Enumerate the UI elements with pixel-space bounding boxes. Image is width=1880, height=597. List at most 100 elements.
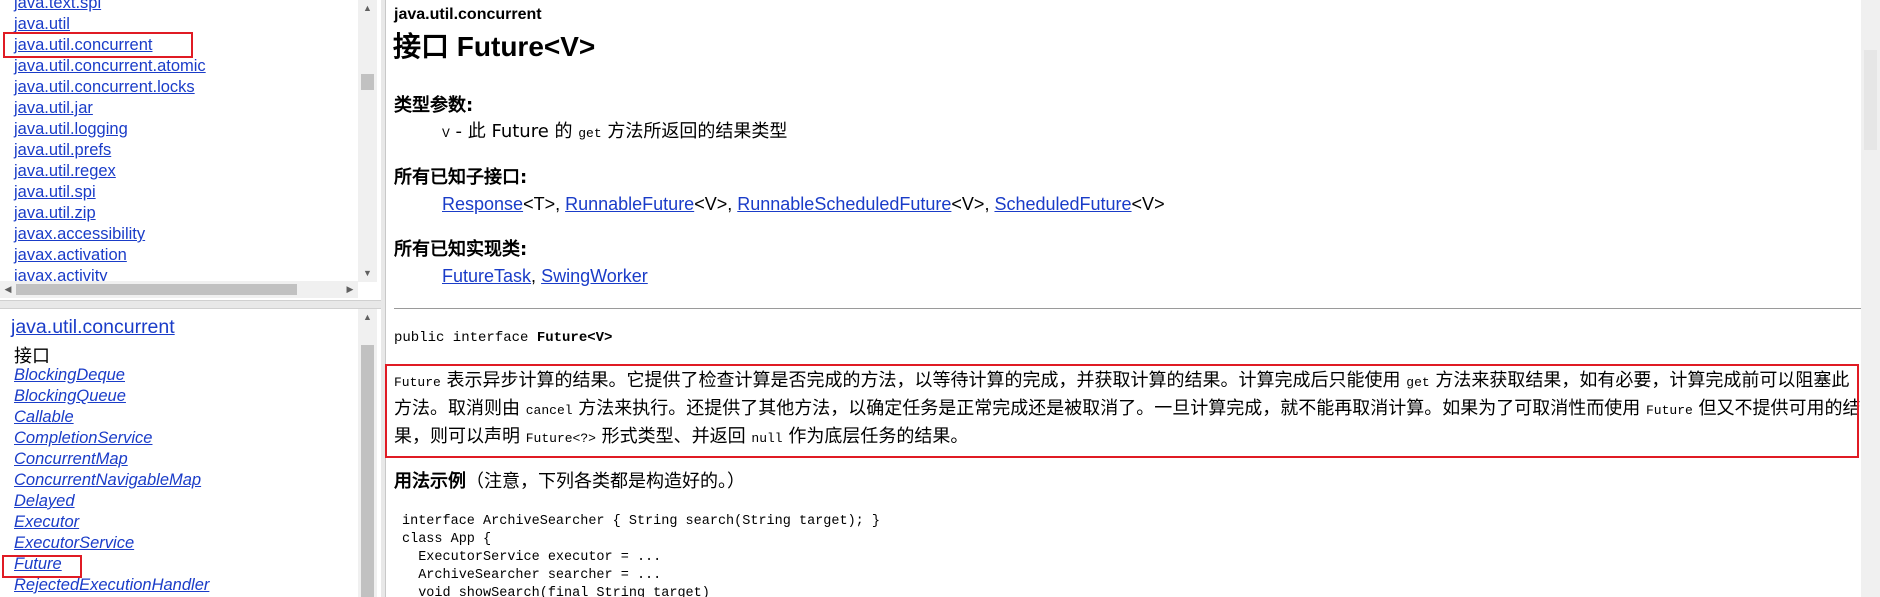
scroll-down-arrow-icon[interactable]: ▼ (358, 265, 377, 282)
package-link[interactable]: java.util (14, 15, 70, 33)
interface-list-item: ExecutorService (14, 533, 209, 554)
signature-name: Future<V> (536, 330, 613, 346)
package-list-item: java.util.concurrent.locks (14, 77, 206, 98)
inline-code: cancel (525, 403, 573, 418)
code-line: void showSearch(final String target) (402, 586, 710, 597)
type-param-desc: - 此 Future 的 (449, 121, 579, 142)
scroll-up-arrow-icon[interactable]: ▲ (358, 309, 377, 326)
class-list-frame: java.util.concurrent 接口 BlockingDeque Blo… (0, 309, 381, 597)
interface-link[interactable]: BlockingDeque (14, 366, 125, 384)
doc-package-name: java.util.concurrent (394, 6, 542, 23)
type-param-name: V (442, 126, 450, 141)
doc-vertical-scrollbar[interactable] (1861, 0, 1880, 597)
package-link[interactable]: java.text.spi (14, 0, 101, 12)
description-text: 作为底层任务的结果。 (782, 426, 969, 447)
description-text: 形式类型、并返回 (595, 426, 752, 447)
interface-link[interactable]: Callable (14, 408, 74, 426)
scroll-up-arrow-icon[interactable]: ▲ (358, 0, 377, 17)
package-title-link[interactable]: java.util.concurrent (11, 315, 175, 339)
interface-link[interactable]: RejectedExecutionHandler (14, 576, 209, 594)
subinterface-link[interactable]: RunnableScheduledFuture (737, 194, 951, 214)
generic-type: <V> (951, 194, 985, 214)
package-list-item: java.util (14, 14, 206, 35)
package-link[interactable]: java.util.spi (14, 183, 96, 201)
interface-link[interactable]: Executor (14, 513, 79, 531)
interface-link[interactable]: BlockingQueue (14, 387, 126, 405)
signature-prefix: public interface (394, 330, 537, 346)
package-link[interactable]: javax.accessibility (14, 225, 145, 243)
interface-list-item: CompletionService (14, 428, 209, 449)
package-link[interactable]: java.util.logging (14, 120, 128, 138)
description-text: 方法来执行。还提供了其他方法，以确定任务是正常完成还是被取消了。一旦计算完成，就… (572, 398, 1646, 419)
implementing-class-link[interactable]: FutureTask (442, 266, 531, 286)
page-title: 接口 Future<V> (393, 28, 595, 66)
interface-link[interactable]: CompletionService (14, 429, 152, 447)
scroll-right-arrow-icon[interactable]: ▶ (342, 281, 358, 298)
divider (394, 308, 1864, 309)
scrollbar-thumb[interactable] (1864, 50, 1877, 150)
package-link[interactable]: java.util.zip (14, 204, 96, 222)
interface-list-item: BlockingQueue (14, 386, 209, 407)
scrollbar-thumb[interactable] (361, 345, 374, 597)
package-list-item: java.util.concurrent (14, 35, 206, 56)
type-param-desc-tail: 方法所返回的结果类型 (601, 121, 788, 142)
class-list-vertical-scrollbar[interactable]: ▲ (358, 309, 377, 597)
interface-list-item: Callable (14, 407, 209, 428)
package-link[interactable]: java.util.concurrent (14, 36, 153, 54)
interface-list-item: ConcurrentNavigableMap (14, 470, 209, 491)
package-link[interactable]: java.util.concurrent.atomic (14, 57, 206, 75)
class-description: Future 表示异步计算的结果。它提供了检查计算是否完成的方法，以等待计算的完… (394, 368, 1862, 452)
interface-list-item: Executor (14, 512, 209, 533)
package-list-item: java.util.concurrent.atomic (14, 56, 206, 77)
package-list-vertical-scrollbar[interactable]: ▲ ▼ (358, 0, 377, 282)
package-list-item: javax.activation (14, 245, 206, 266)
frame-splitter-horizontal[interactable] (0, 300, 381, 309)
package-link[interactable]: java.util.jar (14, 99, 93, 117)
inline-code: Future (1645, 403, 1693, 418)
generic-type: <V> (1131, 194, 1165, 214)
code-line: ExecutorService executor = ... (402, 550, 662, 565)
package-list-item: java.util.regex (14, 161, 206, 182)
package-link[interactable]: java.util.regex (14, 162, 116, 180)
subinterface-link[interactable]: ScheduledFuture (994, 194, 1131, 214)
subinterface-link[interactable]: RunnableFuture (565, 194, 694, 214)
implementing-class-link[interactable]: SwingWorker (541, 266, 648, 286)
package-link[interactable]: java.util.concurrent.locks (14, 78, 195, 96)
description-text: 表示异步计算的结果。它提供了检查计算是否完成的方法，以等待计算的完成，并获取计算… (440, 370, 1407, 391)
scrollbar-thumb[interactable] (361, 74, 374, 90)
interface-link[interactable]: Future (14, 555, 62, 573)
implementing-classes-label: 所有已知实现类: (394, 239, 528, 260)
package-list: java.text.spi java.util java.util.concurre… (14, 0, 206, 287)
package-link[interactable]: java.util.prefs (14, 141, 111, 159)
title-prefix: 接口 (393, 30, 450, 63)
inline-code: get (1406, 375, 1430, 390)
package-link[interactable]: javax.activation (14, 246, 127, 264)
generic-type: <V> (694, 194, 728, 214)
interface-list-item: Future (14, 554, 209, 575)
subinterfaces-list: Response<T>, RunnableFuture<V>, Runnable… (442, 194, 1165, 214)
package-list-item: java.text.spi (14, 0, 206, 14)
code-line: interface ArchiveSearcher { String searc… (402, 514, 880, 529)
interface-link[interactable]: ExecutorService (14, 534, 134, 552)
package-list-item: javax.accessibility (14, 224, 206, 245)
interface-link[interactable]: ConcurrentMap (14, 450, 128, 468)
usage-label: 用法示例 (394, 471, 466, 492)
implementing-classes-list: FutureTask, SwingWorker (442, 266, 648, 286)
package-list-item: java.util.spi (14, 182, 206, 203)
code-line: class App { (402, 532, 492, 547)
title-name: Future<V> (456, 31, 596, 62)
interface-list-item: ConcurrentMap (14, 449, 209, 470)
package-list-frame: java.text.spi java.util java.util.concurre… (0, 0, 381, 300)
type-parameter-entry: V - 此 Future 的 get 方法所返回的结果类型 (442, 119, 787, 147)
type-parameters-label: 类型参数: (394, 95, 474, 116)
package-list-horizontal-scrollbar[interactable]: ◀ ▶ (0, 281, 358, 298)
interface-link[interactable]: Delayed (14, 492, 75, 510)
usage-example-heading: 用法示例（注意，下列各类都是构造好的。） (394, 468, 745, 495)
subinterface-link[interactable]: Response (442, 194, 523, 214)
scroll-left-arrow-icon[interactable]: ◀ (0, 281, 16, 298)
interface-link[interactable]: ConcurrentNavigableMap (14, 471, 201, 489)
package-list-item: java.util.zip (14, 203, 206, 224)
interface-list: BlockingDeque BlockingQueue Callable Comple… (14, 365, 209, 596)
scrollbar-thumb[interactable] (16, 284, 297, 295)
class-signature: public interface Future<V> (394, 330, 612, 346)
